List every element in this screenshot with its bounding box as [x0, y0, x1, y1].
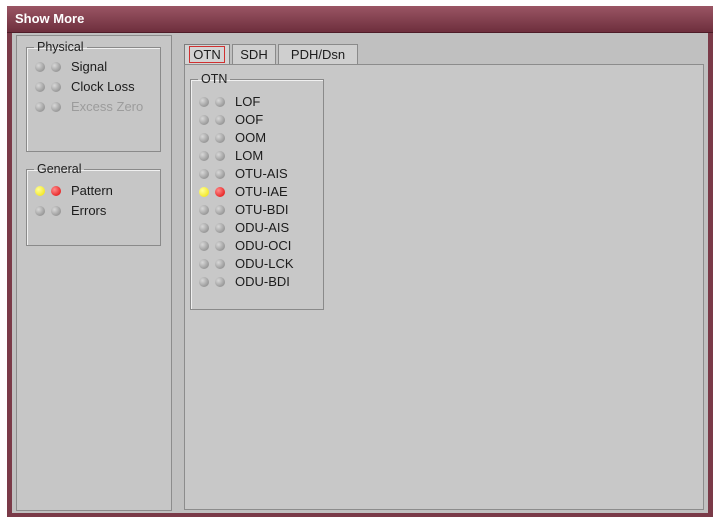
status-led	[215, 241, 225, 251]
status-led	[199, 205, 209, 215]
tab-sdh-label: SDH	[240, 47, 268, 62]
status-led	[199, 223, 209, 233]
title-bar[interactable]: Show More	[7, 6, 713, 33]
tab-pdh-dsn[interactable]: PDH/Dsn	[278, 44, 358, 66]
signal-label: Signal	[71, 59, 108, 74]
physical-group: Physical Signal Clock Loss Excess Zero	[26, 40, 161, 152]
tab-otn-label: OTN	[189, 46, 225, 63]
status-led	[35, 62, 45, 72]
show-more-window: Show More Physical Signal Clock Loss Exc…	[7, 6, 713, 517]
status-led	[199, 151, 209, 161]
status-led	[215, 205, 225, 215]
oof-label: OOF	[235, 112, 264, 127]
clock-loss-label: Clock Loss	[71, 79, 135, 94]
status-led	[199, 187, 209, 197]
tab-otn[interactable]: OTN	[184, 44, 230, 66]
otn-tab-panel: OTN LOF OOF OOM LOM OTU-AIS OTU-IAE OTU-…	[184, 64, 704, 510]
status-led	[51, 102, 61, 112]
status-led	[215, 277, 225, 287]
status-led	[199, 133, 209, 143]
status-led	[199, 115, 209, 125]
otu-bdi-label: OTU-BDI	[235, 202, 289, 217]
status-led	[215, 133, 225, 143]
status-led	[35, 102, 45, 112]
lom-label: LOM	[235, 148, 264, 163]
odu-lck-label: ODU-LCK	[235, 256, 294, 271]
status-led	[215, 259, 225, 269]
pattern-label: Pattern	[71, 183, 113, 198]
status-led	[51, 186, 61, 196]
status-led	[35, 206, 45, 216]
errors-label: Errors	[71, 203, 107, 218]
status-led	[199, 259, 209, 269]
excess-zero-label: Excess Zero	[71, 99, 144, 114]
status-led	[199, 97, 209, 107]
tab-sdh[interactable]: SDH	[232, 44, 276, 66]
otn-group: OTN LOF OOF OOM LOM OTU-AIS OTU-IAE OTU-…	[190, 72, 324, 310]
tab-pdh-dsn-label: PDH/Dsn	[290, 47, 346, 62]
status-led	[215, 97, 225, 107]
status-led	[35, 82, 45, 92]
window-client-area: Physical Signal Clock Loss Excess Zero G…	[12, 33, 708, 513]
otu-ais-label: OTU-AIS	[235, 166, 288, 181]
physical-legend: Physical	[37, 40, 84, 54]
status-led	[51, 82, 61, 92]
status-led	[215, 151, 225, 161]
status-led	[199, 241, 209, 251]
general-legend: General	[37, 162, 82, 176]
window-title: Show More	[15, 11, 85, 26]
general-group: General Pattern Errors	[26, 162, 161, 246]
status-led	[199, 169, 209, 179]
status-led	[199, 277, 209, 287]
otn-legend: OTN	[201, 72, 228, 86]
left-panel: Physical Signal Clock Loss Excess Zero G…	[16, 35, 172, 511]
odu-bdi-label: ODU-BDI	[235, 274, 290, 289]
lof-label: LOF	[235, 94, 261, 109]
status-led	[215, 223, 225, 233]
status-led	[35, 186, 45, 196]
status-led	[215, 187, 225, 197]
oom-label: OOM	[235, 130, 267, 145]
odu-oci-label: ODU-OCI	[235, 238, 292, 253]
status-led	[51, 62, 61, 72]
odu-ais-label: ODU-AIS	[235, 220, 290, 235]
status-led	[215, 169, 225, 179]
status-led	[51, 206, 61, 216]
otu-iae-label: OTU-IAE	[235, 184, 288, 199]
status-led	[215, 115, 225, 125]
